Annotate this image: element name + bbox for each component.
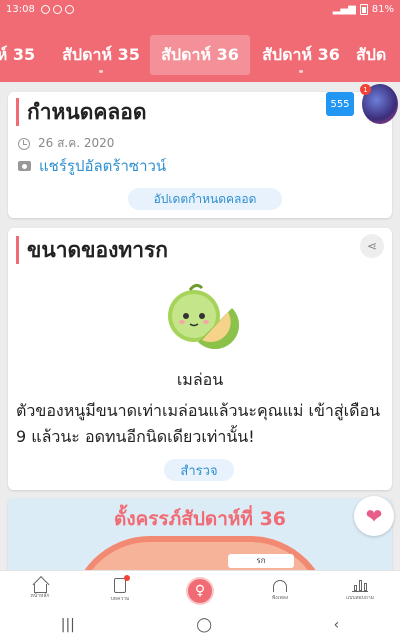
battery-percent: 81% (371, 3, 394, 15)
status-time: 13:08 (6, 3, 35, 15)
system-nav-bar: ||| ◯ ‹ (0, 610, 400, 640)
heart-fab-button[interactable]: ❤ (354, 496, 394, 536)
tab-label: สัปดาห์ 35 (62, 44, 140, 64)
home-button-icon[interactable]: ◯ (196, 617, 212, 633)
avatar-notification-badge: 1 (360, 84, 371, 95)
tab-week[interactable]: สัปดาห์ 35 (56, 35, 146, 75)
recents-icon[interactable]: ||| (61, 617, 75, 633)
fruit-name: เมล่อน (176, 370, 224, 389)
chart-icon (352, 579, 368, 592)
tab-week[interactable]: ห์ 35 (0, 35, 46, 75)
battery-icon (359, 3, 368, 15)
messenger-icon (52, 4, 62, 14)
tab-indicator (99, 70, 103, 73)
nav-label: แบบสอบถาม (346, 595, 374, 601)
share-ultrasound-link[interactable]: แชร์รูปอัลตร้าซาวน์ (18, 154, 166, 178)
baby-size-title: ขนาดของทารก (16, 236, 168, 264)
due-date-title: กำหนดคลอด (16, 98, 147, 126)
clock-icon (18, 137, 30, 150)
tab-label: สัปดาห์ 36 (262, 44, 340, 64)
baby-size-card: ขนาดของทารก ⋖ เมล่อน ตัวของหนูมีขนาดเท่า… (8, 228, 392, 490)
nav-pregnancy[interactable]: ♀ (160, 571, 240, 610)
status-icons (40, 4, 74, 14)
status-bar: 13:08 ▂▄▆ 81% (0, 0, 400, 18)
tab-week-active[interactable]: สัปดาห์ 36 (150, 35, 250, 75)
share-button[interactable]: ⋖ (360, 234, 384, 258)
pregnancy-week-banner[interactable]: ตั้งครรภ์สัปดาห์ที่ 36 รก (8, 498, 392, 578)
tab-indicator (299, 70, 303, 73)
week-tabs: ห์ 35 สัปดาห์ 35 สัปดาห์ 36 สัปดาห์ 36 ส… (0, 18, 400, 82)
nav-label: บทความ (110, 596, 130, 602)
melon-illustration (168, 283, 240, 350)
floating-avatar[interactable]: 1 (360, 84, 398, 124)
status-right: ▂▄▆ 81% (332, 3, 394, 15)
notification-dot (124, 575, 130, 581)
tab-week[interactable]: สัปด (356, 35, 400, 75)
share-ultrasound-label: แชร์รูปอัลตร้าซาวน์ (39, 157, 167, 175)
tab-label: สัปดาห์ 36 (161, 44, 239, 64)
tab-label: สัปด (356, 44, 387, 64)
explore-button[interactable]: สำรวจ (164, 459, 234, 481)
due-date-value: 26 ส.ค. 2020 (38, 136, 115, 150)
article-icon (114, 575, 130, 593)
headphones-icon (273, 579, 287, 592)
pregnancy-icon: ♀ (186, 576, 214, 605)
notification-icon (40, 4, 50, 14)
home-icon (33, 584, 47, 593)
nav-home[interactable]: หน้าหลัก (0, 571, 80, 610)
due-date-row: 26 ส.ค. 2020 (18, 134, 114, 153)
update-due-date-button[interactable]: อัปเดตกำหนดคลอด (128, 188, 282, 210)
tab-label: ห์ 35 (0, 44, 36, 64)
banner-title: ตั้งครรภ์สัปดาห์ที่ 36 (113, 508, 287, 530)
floating-badge[interactable]: 555 (326, 92, 354, 116)
camera-icon (18, 161, 31, 171)
nav-articles[interactable]: บทความ (80, 571, 160, 610)
nav-label: ฟังเพลง (271, 594, 289, 601)
back-icon[interactable]: ‹ (334, 617, 340, 633)
baby-size-description: ตัวของหนูมีขนาดเท่าเมล่อนแล้วนะคุณแม่ เข… (16, 401, 381, 446)
app-icon (64, 4, 74, 14)
bottom-nav: หน้าหลัก บทความ ♀ ฟังเพลง แบบสอบถาม (0, 570, 400, 610)
tab-week[interactable]: สัปดาห์ 36 (256, 35, 346, 75)
heart-icon: ❤ (365, 504, 383, 528)
share-icon: ⋖ (366, 239, 378, 253)
nav-survey[interactable]: แบบสอบถาม (320, 571, 400, 610)
signal-icon: ▂▄▆ (332, 3, 356, 15)
nav-label: หน้าหลัก (30, 593, 50, 599)
nav-music[interactable]: ฟังเพลง (240, 571, 320, 610)
banner-label: รก (228, 554, 294, 568)
